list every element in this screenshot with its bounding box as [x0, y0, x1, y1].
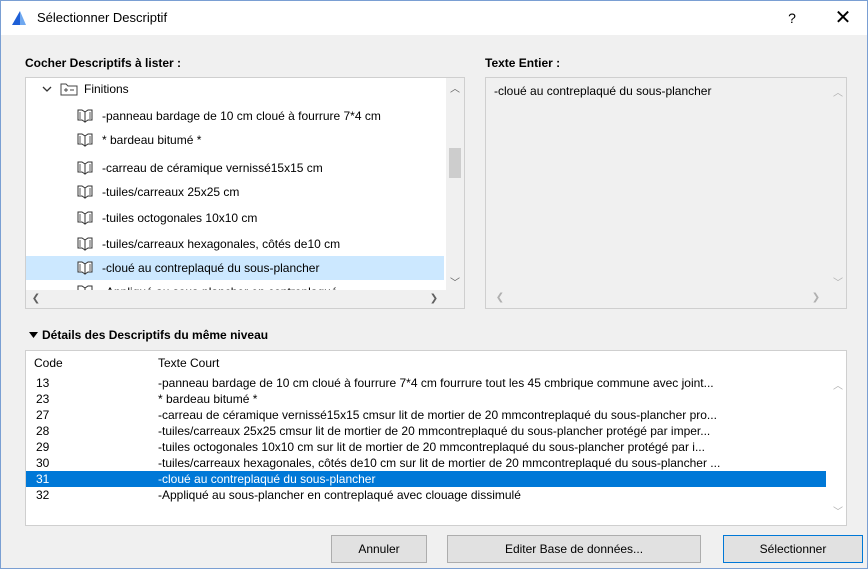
details-list[interactable]: Code Texte Court 13 -panneau bardage de 1…	[25, 350, 847, 526]
tree-node-finitions[interactable]: Finitions	[26, 78, 444, 100]
tree-item-label: * bardeau bitumé *	[102, 133, 202, 147]
scroll-right-icon[interactable]: ❯	[426, 293, 442, 304]
app-icon	[12, 11, 26, 25]
scroll-up-icon[interactable]: ︿	[447, 80, 463, 95]
book-icon	[77, 161, 93, 175]
book-icon	[77, 237, 93, 251]
column-header-code[interactable]: Code	[34, 354, 63, 372]
window-title: Sélectionner Descriptif	[37, 10, 168, 25]
cancel-button[interactable]: Annuler	[331, 535, 427, 563]
code-cell: 23	[36, 392, 50, 406]
code-cell: 28	[36, 424, 50, 438]
tree-item-label: -tuiles/carreaux hexagonales, côtés de10…	[102, 237, 341, 251]
scroll-left-icon[interactable]: ❮	[492, 292, 508, 303]
tree-node-label: Finitions	[84, 82, 129, 96]
full-text-box[interactable]: -cloué au contreplaqué du sous-plancher …	[485, 77, 847, 309]
full-text-content: -cloué au contreplaqué du sous-plancher	[494, 84, 712, 98]
descriptif-tree[interactable]: Finitions -panneau bardage de 10 cm clou…	[25, 77, 465, 309]
table-row[interactable]: 23 * bardeau bitumé *	[26, 391, 826, 407]
triangle-down-icon	[29, 332, 38, 338]
tree-item[interactable]: -tuiles/carreaux 25x25 cm	[26, 180, 444, 204]
table-row[interactable]: 32 -Appliqué au sous-plancher en contrepl…	[26, 487, 826, 503]
dialog-window: Sélectionner Descriptif ? ✕ Cocher Descr…	[0, 0, 868, 569]
text-cell: -tuiles octogonales 10x10 cm sur lit de …	[158, 440, 705, 454]
tree-item[interactable]: -tuiles octogonales 10x10 cm	[26, 206, 444, 230]
scroll-right-icon[interactable]: ❯	[808, 292, 824, 303]
table-row[interactable]: 27 -carreau de céramique vernissé15x15 cm…	[26, 407, 826, 423]
select-button[interactable]: Sélectionner	[723, 535, 863, 563]
book-icon	[77, 211, 93, 225]
chevron-down-icon[interactable]	[42, 85, 52, 93]
scroll-up-icon[interactable]: ︿	[830, 377, 846, 392]
code-cell: 31	[36, 472, 50, 486]
tree-item-label: -tuiles/carreaux 25x25 cm	[102, 185, 240, 199]
close-button[interactable]: ✕	[827, 5, 859, 31]
scroll-thumb[interactable]	[449, 148, 461, 178]
book-icon	[77, 261, 93, 275]
book-icon	[77, 185, 93, 199]
text-cell: -carreau de céramique vernissé15x15 cmsu…	[158, 408, 717, 422]
table-row[interactable]: 28 -tuiles/carreaux 25x25 cmsur lit de mo…	[26, 423, 826, 439]
tree-item[interactable]: -panneau bardage de 10 cm cloué à fourru…	[26, 104, 444, 128]
tree-panel-label: Cocher Descriptifs à lister :	[25, 56, 182, 70]
table-row[interactable]: 29 -tuiles octogonales 10x10 cm sur lit d…	[26, 439, 826, 455]
tree-item[interactable]: * bardeau bitumé *	[26, 128, 444, 152]
table-row[interactable]: 13 -panneau bardage de 10 cm cloué à four…	[26, 375, 826, 391]
text-cell: -tuiles/carreaux 25x25 cmsur lit de mort…	[158, 424, 711, 438]
table-row[interactable]: 30 -tuiles/carreaux hexagonales, côtés de…	[26, 455, 826, 471]
scroll-down-icon[interactable]: ﹀	[830, 274, 846, 289]
tree-item-label: -cloué au contreplaqué du sous-plancher	[102, 261, 320, 275]
code-cell: 29	[36, 440, 50, 454]
folder-icon	[60, 83, 78, 96]
text-cell: -cloué au contreplaqué du sous-plancher	[158, 472, 376, 486]
text-cell: -Appliqué au sous-plancher en contreplaq…	[158, 488, 521, 502]
full-text-label: Texte Entier :	[485, 56, 561, 70]
tree-item[interactable]: -carreau de céramique vernissé15x15 cm	[26, 156, 444, 180]
column-header-text[interactable]: Texte Court	[158, 354, 219, 372]
text-cell: -panneau bardage de 10 cm cloué à fourru…	[158, 376, 714, 390]
details-section-label: Détails des Descriptifs du même niveau	[42, 328, 269, 342]
tree-item[interactable]: -tuiles/carreaux hexagonales, côtés de10…	[26, 232, 444, 256]
tree-item-selected[interactable]: -cloué au contreplaqué du sous-plancher	[26, 256, 444, 280]
help-button[interactable]: ?	[777, 7, 807, 29]
code-cell: 27	[36, 408, 50, 422]
scroll-down-icon[interactable]: ﹀	[830, 503, 846, 518]
text-cell: * bardeau bitumé *	[158, 392, 258, 406]
code-cell: 32	[36, 488, 50, 502]
title-bar: Sélectionner Descriptif ? ✕	[1, 1, 867, 35]
table-row-selected[interactable]: 31 -cloué au contreplaqué du sous-planche…	[26, 471, 826, 487]
scroll-down-icon[interactable]: ﹀	[447, 274, 463, 289]
scroll-up-icon[interactable]: ︿	[830, 84, 846, 99]
code-cell: 30	[36, 456, 50, 470]
details-section-toggle[interactable]: Détails des Descriptifs du même niveau	[29, 328, 268, 342]
book-icon	[77, 133, 93, 147]
text-cell: -tuiles/carreaux hexagonales, côtés de10…	[158, 456, 721, 470]
tree-item-label: -tuiles octogonales 10x10 cm	[102, 211, 258, 225]
tree-vertical-scrollbar[interactable]: ︿ ﹀	[446, 78, 464, 290]
tree-item-label: -panneau bardage de 10 cm cloué à fourru…	[102, 109, 381, 123]
tree-item-label: -carreau de céramique vernissé15x15 cm	[102, 161, 323, 175]
code-cell: 13	[36, 376, 50, 390]
scroll-left-icon[interactable]: ❮	[28, 293, 44, 304]
book-icon	[77, 109, 93, 123]
tree-horizontal-scrollbar[interactable]: ❮ ❯	[26, 290, 464, 308]
edit-database-button[interactable]: Editer Base de données...	[447, 535, 701, 563]
